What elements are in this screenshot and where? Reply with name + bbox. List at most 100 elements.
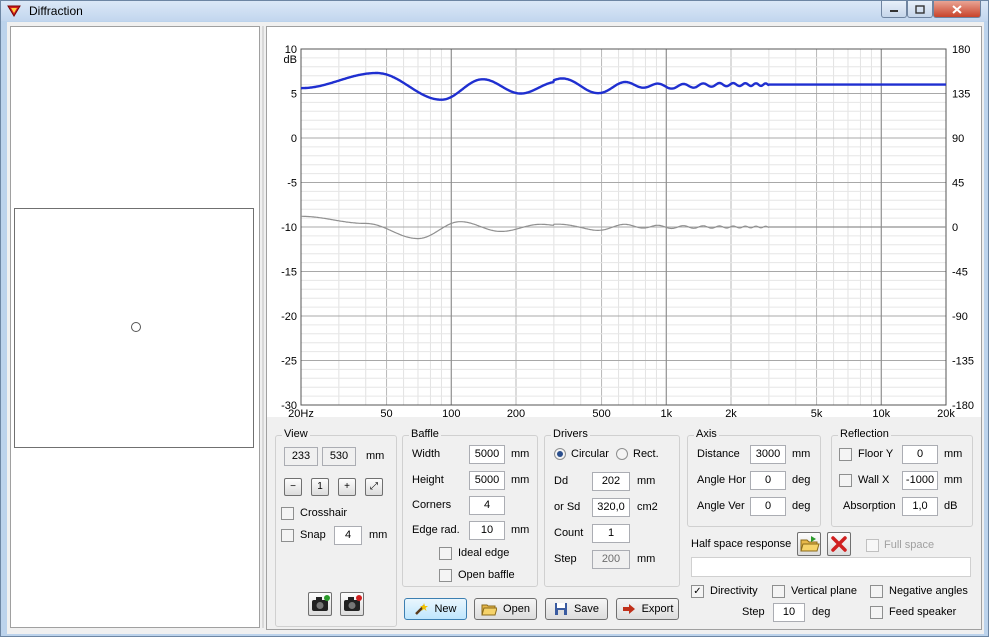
- baffle-preview[interactable]: [10, 26, 260, 628]
- angle-ver-input[interactable]: 0: [750, 497, 786, 516]
- open-button-label: Open: [503, 603, 530, 615]
- rect-radio[interactable]: [616, 448, 628, 460]
- step-unit: mm: [637, 553, 656, 565]
- directivity-step-label: Step: [742, 606, 765, 618]
- reflection-group: Reflection Floor Y 0 mm Wall X -1000 mm …: [831, 428, 973, 527]
- floor-input[interactable]: 0: [902, 445, 938, 464]
- dd-input[interactable]: 202: [592, 472, 630, 491]
- open-baffle-checkbox[interactable]: [439, 569, 452, 582]
- count-label: Count: [554, 527, 584, 539]
- negative-angles-checkbox[interactable]: [870, 585, 883, 598]
- export-arrow-icon: [622, 604, 635, 614]
- snap-checkbox[interactable]: [281, 529, 294, 542]
- minimize-icon: [890, 10, 898, 12]
- baffle-height-unit: mm: [511, 474, 530, 486]
- snap-label: Snap: [300, 529, 326, 541]
- distance-input[interactable]: 3000: [750, 445, 786, 464]
- snap-input[interactable]: 4: [334, 526, 362, 545]
- view-height-field: 530: [322, 447, 356, 466]
- sd-label: or Sd: [554, 501, 581, 513]
- snapshot-clear-button[interactable]: [340, 592, 364, 616]
- app-logo-icon: [7, 5, 21, 17]
- response-chart[interactable]: 10 5 0 -5 -10 -15 -20 -25 -30 dB 180 135 90 45 0 -45 -90…: [267, 27, 981, 417]
- zoom-in-icon: +: [344, 481, 350, 492]
- axis-group: Axis Distance 3000 mm Angle Hor 0 deg An…: [687, 428, 821, 527]
- angle-hor-input[interactable]: 0: [750, 471, 786, 490]
- directivity-label: Directivity: [710, 585, 758, 597]
- angle-ver-unit: deg: [792, 500, 811, 512]
- new-button[interactable]: New: [404, 598, 467, 620]
- absorption-label: Absorption: [843, 500, 896, 512]
- wall-unit: mm: [944, 474, 963, 486]
- half-space-open-button[interactable]: [797, 532, 821, 556]
- half-space-clear-button[interactable]: [827, 532, 851, 556]
- save-button-label: Save: [573, 603, 600, 615]
- baffle-edge-input[interactable]: 10: [469, 521, 505, 540]
- driver-marker[interactable]: [131, 322, 141, 332]
- y2-tick-label: -135: [952, 356, 974, 368]
- zoom-out-button[interactable]: −: [284, 478, 302, 496]
- new-button-label: New: [434, 603, 457, 615]
- panel-splitter[interactable]: [262, 26, 264, 628]
- snap-unit: mm: [369, 529, 388, 541]
- feed-speaker-checkbox[interactable]: [870, 606, 883, 619]
- y-tick-label: 0: [291, 133, 297, 145]
- chart-svg: 1050-5-10-15-20-25-30dB18013590450-45-90…: [281, 44, 974, 417]
- x-tick-label: 200: [507, 408, 525, 417]
- absorption-input[interactable]: 1,0: [902, 497, 938, 516]
- axis-group-title: Axis: [694, 428, 719, 440]
- full-space-label: Full space: [884, 539, 935, 551]
- full-view-button[interactable]: ⤢: [365, 478, 383, 496]
- step-label: Step: [554, 553, 577, 565]
- folder-open-icon: [800, 536, 820, 552]
- title-bar[interactable]: Diffraction: [1, 1, 988, 21]
- count-input[interactable]: 1: [592, 524, 630, 543]
- half-space-file-field[interactable]: [691, 557, 971, 577]
- y-tick-label: -25: [281, 356, 297, 368]
- open-button[interactable]: Open: [474, 598, 537, 620]
- wall-input[interactable]: -1000: [902, 471, 938, 490]
- baffle-group-title: Baffle: [409, 428, 441, 440]
- floor-checkbox[interactable]: [839, 448, 852, 461]
- client-area: 10 5 0 -5 -10 -15 -20 -25 -30 dB 180 135 90 45 0 -45 -90…: [7, 22, 984, 634]
- wall-label: Wall X: [858, 474, 890, 486]
- baffle-width-input[interactable]: 5000: [469, 445, 505, 464]
- export-button[interactable]: Export: [616, 598, 679, 620]
- y2-tick-label: -90: [952, 311, 968, 323]
- y2-tick-label: -180: [952, 400, 974, 412]
- maximize-button[interactable]: [907, 1, 933, 18]
- zoom-fit-button[interactable]: 1: [311, 478, 329, 496]
- wall-checkbox[interactable]: [839, 474, 852, 487]
- maximize-icon: [915, 4, 925, 14]
- minimize-button[interactable]: [881, 1, 907, 18]
- x-tick-label: 20Hz: [288, 408, 314, 417]
- close-button[interactable]: [933, 1, 981, 18]
- x-tick-label: 5k: [811, 408, 823, 417]
- crosshair-checkbox[interactable]: [281, 507, 294, 520]
- baffle-corners-input[interactable]: 4: [469, 496, 505, 515]
- baffle-height-label: Height: [412, 474, 444, 486]
- zoom-in-button[interactable]: +: [338, 478, 356, 496]
- circular-radio[interactable]: [554, 448, 566, 460]
- y-tick-label: -20: [281, 311, 297, 323]
- ideal-edge-checkbox[interactable]: [439, 547, 452, 560]
- view-unit: mm: [366, 450, 385, 462]
- sd-unit: cm2: [637, 501, 658, 513]
- camera-remove-icon: [344, 595, 362, 611]
- baffle-height-input[interactable]: 5000: [469, 471, 505, 490]
- y-tick-label: -15: [281, 267, 297, 279]
- full-space-checkbox: [866, 539, 879, 552]
- baffle-group: Baffle Width 5000 mm Height 5000 mm Corn…: [402, 428, 538, 587]
- save-button[interactable]: Save: [545, 598, 608, 620]
- directivity-checkbox[interactable]: ✓: [691, 585, 704, 598]
- snapshot-button[interactable]: [308, 592, 332, 616]
- y2-tick-label: 90: [952, 133, 964, 145]
- close-icon: [952, 4, 962, 14]
- sd-input[interactable]: 320,0: [592, 498, 630, 517]
- vertical-plane-checkbox[interactable]: [772, 585, 785, 598]
- reflection-group-title: Reflection: [838, 428, 891, 440]
- crosshair-label: Crosshair: [300, 507, 348, 519]
- directivity-step-input[interactable]: 10: [773, 603, 805, 622]
- half-space-label: Half space response: [691, 538, 792, 550]
- x-tick-label: 10k: [872, 408, 890, 417]
